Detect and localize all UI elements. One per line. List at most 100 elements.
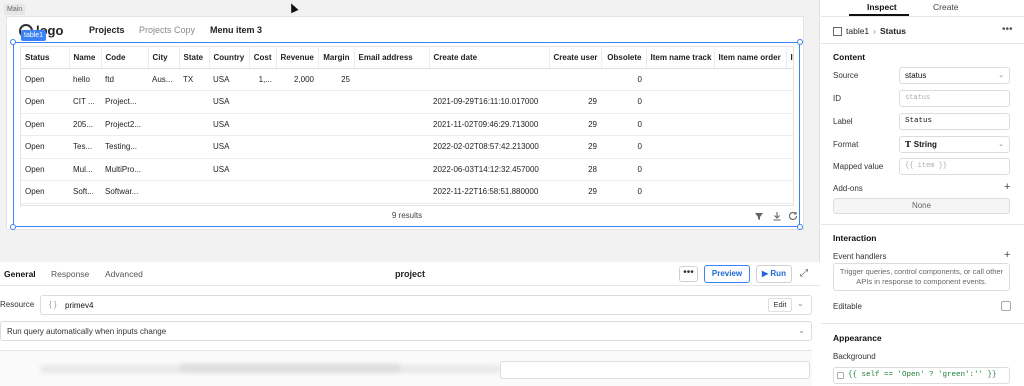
table-cell[interactable] [354,180,429,204]
table-cell[interactable]: USA [209,203,249,205]
table-cell[interactable] [646,158,714,181]
refresh-icon[interactable] [787,210,799,222]
table-cell[interactable] [276,90,318,114]
table-cell[interactable] [714,180,786,204]
table-cell[interactable] [148,113,179,136]
resize-handle[interactable] [797,39,803,45]
table-cell[interactable] [249,158,276,181]
table-cell[interactable]: 0 [601,203,646,205]
table-cell[interactable] [354,158,429,181]
table-cell[interactable] [714,158,786,181]
table-cell[interactable] [786,180,793,204]
table-cell[interactable]: 2022-02-02T08:57:42.213000 [429,135,549,159]
tab-general[interactable]: General [4,269,36,279]
table-cell[interactable]: 29 [549,135,601,159]
tab-create[interactable]: Create [933,2,959,12]
table-cell[interactable]: Open [21,158,69,181]
table-cell[interactable] [276,203,318,205]
tab-response[interactable]: Response [51,269,89,279]
table-cell[interactable] [148,158,179,181]
table-cell[interactable]: 2021-09-29T16:11:10.017000 [429,90,549,114]
column-header[interactable]: Name [69,47,102,69]
table-cell[interactable] [646,68,714,91]
table-row[interactable]: Closedtesttest-1143 USA 2023-01-31T04:28:5… [21,203,793,205]
table-cell[interactable]: CIT ... [69,90,101,114]
table-row[interactable]: Open Soft... Softwar... 2022-11-22T16:58:51… [21,180,793,204]
table-cell[interactable]: 2022-11-22T16:58:51.880000 [429,180,549,204]
nav-item-projects[interactable]: Projects [89,25,125,35]
tab-inspect[interactable]: Inspect [867,2,897,12]
table-cell[interactable]: USA [209,135,249,159]
table-cell[interactable]: 2022-06-03T14:12:32.457000 [429,158,549,181]
table1-component[interactable]: table1 Status Name Code City State Country Cos… [10,30,803,230]
table-cell[interactable] [148,135,179,159]
table-cell[interactable] [209,180,249,204]
run-button[interactable]: ▶ Run [756,265,792,283]
table-cell[interactable] [179,135,209,159]
table-cell[interactable]: test [69,203,101,205]
table-cell[interactable] [354,135,429,159]
table-cell[interactable]: TX [179,68,209,91]
table-cell[interactable]: Aus... [148,68,179,91]
table-cell[interactable] [646,203,714,205]
table-cell[interactable]: 205... [69,113,101,136]
table-cell[interactable]: Open [21,113,69,136]
filter-icon[interactable] [753,210,765,222]
resize-handle[interactable] [10,224,16,230]
table-cell[interactable] [276,113,318,136]
table-cell[interactable] [249,135,276,159]
table-cell[interactable]: Mul... [69,158,101,181]
table-cell[interactable]: 29 [549,113,601,136]
expand-icon[interactable]: ⤢ [800,268,808,279]
column-header[interactable]: Item name track [646,47,715,69]
table-cell[interactable] [249,113,276,136]
table-cell[interactable]: USA [209,158,249,181]
table-cell[interactable]: Project2... [101,113,148,136]
table-cell[interactable] [714,113,786,136]
table-cell[interactable]: 0 [601,68,646,91]
table-cell[interactable] [714,203,786,205]
column-header[interactable]: Country [209,47,250,69]
edit-resource-button[interactable]: Edit [768,298,792,312]
table-cell[interactable] [318,203,354,205]
table-cell[interactable] [249,90,276,114]
table-cell[interactable]: USA [209,68,249,91]
table-cell[interactable]: MultiPro... [101,158,148,181]
table-cell[interactable]: 29 [549,90,601,114]
table-cell[interactable] [179,113,209,136]
resize-handle[interactable] [797,224,803,230]
table-cell[interactable]: 1 [549,203,601,205]
table-cell[interactable]: 2021-11-02T09:46:29.713000 [429,113,549,136]
column-header[interactable]: Item name order [714,47,787,69]
table-cell[interactable] [354,113,429,136]
mapped-value-input[interactable]: {{ item }} [899,158,1010,175]
more-options-icon[interactable]: ••• [1002,24,1013,35]
table-row[interactable]: Open Tes... Testing... USA 2022-02-02T08:57:… [21,135,793,159]
table-cell[interactable] [786,203,793,205]
table-cell[interactable] [318,90,354,114]
table-cell[interactable] [318,113,354,136]
resize-handle[interactable] [10,39,16,45]
table-cell[interactable] [714,135,786,159]
table-cell[interactable]: Open [21,90,69,114]
table-cell[interactable] [646,180,714,204]
color-swatch[interactable] [837,372,844,379]
add-addon-icon[interactable]: + [1004,181,1010,193]
more-options-button[interactable]: ••• [679,266,698,282]
column-header[interactable]: Status [21,47,70,69]
table-cell[interactable]: Softwar... [101,180,148,204]
table-row[interactable]: Open CIT ... Project... USA 2021-09-29T16:11… [21,90,793,114]
table-cell[interactable]: 2023-01-31T04:28:58.643000 [429,203,549,205]
table-cell[interactable] [354,90,429,114]
table-cell[interactable] [429,68,549,91]
table-cell[interactable]: Tes... [69,135,101,159]
table-row[interactable]: Open 205... Project2... USA 2021-11-02T09:46… [21,113,793,136]
table-cell[interactable]: 0 [601,113,646,136]
table-cell[interactable] [714,68,786,91]
table-cell[interactable]: hello [69,68,101,91]
table-row[interactable]: Open hello ftd Aus... TX USA 1,... 2,000 25 0 [21,68,793,91]
table-cell[interactable]: Open [21,68,69,91]
table-cell[interactable] [786,158,793,181]
table-cell[interactable]: 0 [601,135,646,159]
column-header[interactable]: Obsolete [601,47,647,69]
